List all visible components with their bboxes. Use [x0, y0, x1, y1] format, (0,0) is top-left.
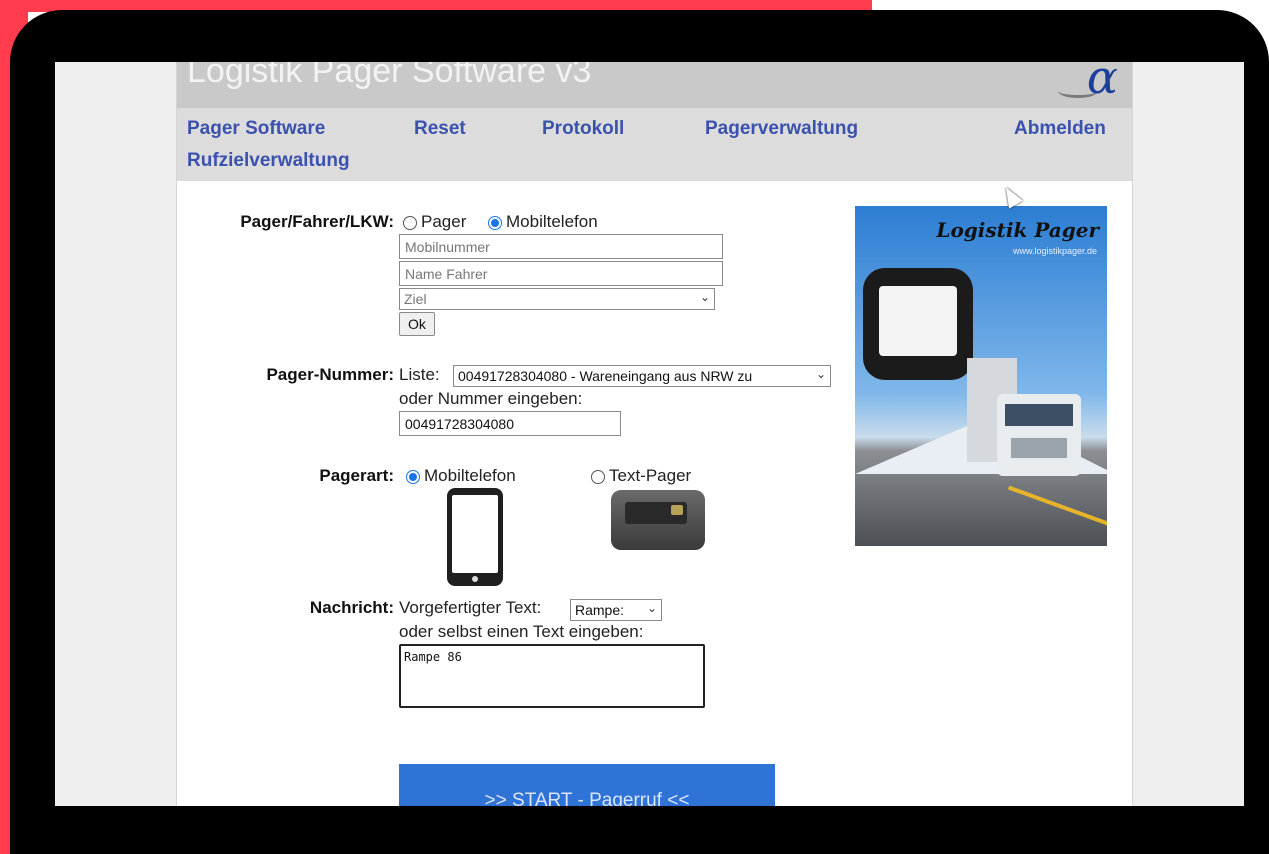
main-nav: Pager Software Reset Protokoll Pagerverw…: [177, 108, 1132, 181]
ad-url: www.logistikpager.de: [1012, 246, 1097, 256]
start-pagerruf-button[interactable]: >> START - Pagerruf <<: [399, 764, 775, 806]
ad-truck-windshield: [1005, 404, 1073, 426]
nav-pagerverwaltung[interactable]: Pagerverwaltung: [705, 118, 858, 140]
radio-pager[interactable]: [403, 216, 417, 230]
ad-pager-icon: [863, 268, 973, 380]
oder-nummer-label: oder Nummer eingeben:: [399, 389, 583, 408]
selbst-text-label: oder selbst einen Text eingeben:: [399, 622, 644, 641]
nav-pager-software[interactable]: Pager Software: [187, 118, 325, 140]
pager-liste-select[interactable]: 00491728304080 - Wareneingang aus NRW zu…: [453, 365, 831, 387]
vorgefertigt-select[interactable]: Rampe: ⌄: [570, 599, 662, 621]
radio-pagerart-text[interactable]: [591, 470, 605, 484]
ad-road-line: [1007, 485, 1107, 531]
ziel-select-value: Ziel: [404, 291, 427, 307]
radio-pagerart-mobil[interactable]: [406, 470, 420, 484]
radio-pager-label: Pager: [421, 212, 467, 231]
pager-nummer-label: Pager-Nummer:: [266, 365, 394, 384]
mobilnummer-input[interactable]: Mobilnummer: [399, 234, 723, 259]
pager-liste-value: 00491728304080 - Wareneingang aus NRW zu: [458, 368, 753, 384]
ad-pager-screen: [879, 286, 957, 356]
liste-label: Liste:: [399, 365, 440, 384]
radio-pagerart-mobil-label: Mobiltelefon: [424, 466, 516, 485]
ad-truck-icon: [967, 354, 1095, 482]
text-pager-icon[interactable]: [611, 490, 705, 550]
radio-mobiltelefon[interactable]: [488, 216, 502, 230]
ad-truck-grill: [1011, 438, 1067, 458]
nav-rufzielverwaltung[interactable]: Rufzielverwaltung: [187, 150, 350, 172]
alpha-logo-icon: α: [1086, 62, 1118, 104]
pager-fahrer-label: Pager/Fahrer/LKW:: [240, 212, 394, 231]
pager-button: [671, 505, 683, 515]
header-bar: Logistik Pager Software v3 α: [177, 62, 1132, 108]
nav-protokoll[interactable]: Protokoll: [542, 118, 624, 140]
logistik-pager-ad[interactable]: Logistik Pager www.logistikpager.de: [855, 206, 1107, 546]
chevron-down-icon: ⌄: [815, 367, 826, 381]
app-title: Logistik Pager Software v3: [187, 62, 592, 90]
nachricht-textarea[interactable]: Rampe 86: [399, 644, 705, 708]
pagerart-label: Pagerart:: [319, 466, 394, 485]
ad-brand: Logistik Pager: [936, 218, 1099, 242]
nav-reset[interactable]: Reset: [414, 118, 466, 140]
radio-pagerart-text-label: Text-Pager: [609, 466, 692, 485]
browser-viewport: Logistik Pager Software v3 α Pager Softw…: [55, 62, 1244, 806]
ok-button[interactable]: Ok: [399, 312, 435, 336]
nachricht-label: Nachricht:: [309, 598, 394, 617]
page-content: Logistik Pager Software v3 α Pager Softw…: [176, 62, 1133, 806]
radio-mobiltelefon-label: Mobiltelefon: [506, 212, 598, 231]
vorgefertigt-label: Vorgefertigter Text:: [399, 598, 542, 617]
vorgefertigt-value: Rampe:: [575, 602, 625, 618]
mobile-phone-icon[interactable]: [447, 488, 503, 586]
pager-nummer-input[interactable]: 00491728304080: [399, 411, 621, 436]
nav-abmelden[interactable]: Abmelden: [1014, 118, 1106, 140]
ziel-select[interactable]: Ziel ⌄: [399, 288, 715, 310]
chevron-down-icon: ⌄: [646, 601, 657, 615]
name-fahrer-input[interactable]: Name Fahrer: [399, 261, 723, 286]
chevron-down-icon: ⌄: [699, 290, 710, 304]
phone-home-button: [472, 576, 478, 582]
phone-screen: [452, 495, 498, 573]
